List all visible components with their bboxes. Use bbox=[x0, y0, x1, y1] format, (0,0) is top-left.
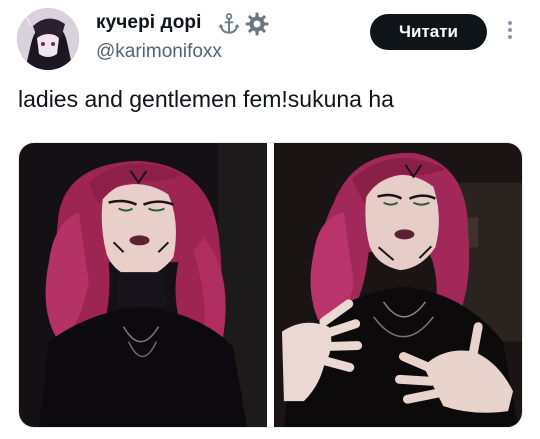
photo-portrait-hands bbox=[274, 143, 522, 427]
tweet-text: ladies and gentlemen fem!sukuna ha bbox=[18, 86, 394, 112]
avatar-image bbox=[17, 8, 79, 70]
gear-icon bbox=[245, 12, 269, 36]
anchor-icon bbox=[218, 13, 240, 34]
photo-1[interactable] bbox=[19, 143, 267, 427]
follow-button[interactable]: Читати bbox=[370, 14, 487, 50]
display-name[interactable]: кучері дорі bbox=[96, 12, 202, 34]
tweet-header: кучері дорі @karimonifoxx Читати bbox=[0, 0, 540, 80]
more-vertical-icon[interactable] bbox=[500, 21, 520, 43]
photo-portrait-pink-hair bbox=[19, 143, 267, 427]
author-handle[interactable]: @karimonifoxx bbox=[96, 41, 222, 63]
photo-2[interactable] bbox=[274, 143, 522, 427]
avatar[interactable] bbox=[17, 8, 79, 70]
media-grid bbox=[18, 142, 523, 428]
display-name-badges bbox=[216, 11, 270, 37]
